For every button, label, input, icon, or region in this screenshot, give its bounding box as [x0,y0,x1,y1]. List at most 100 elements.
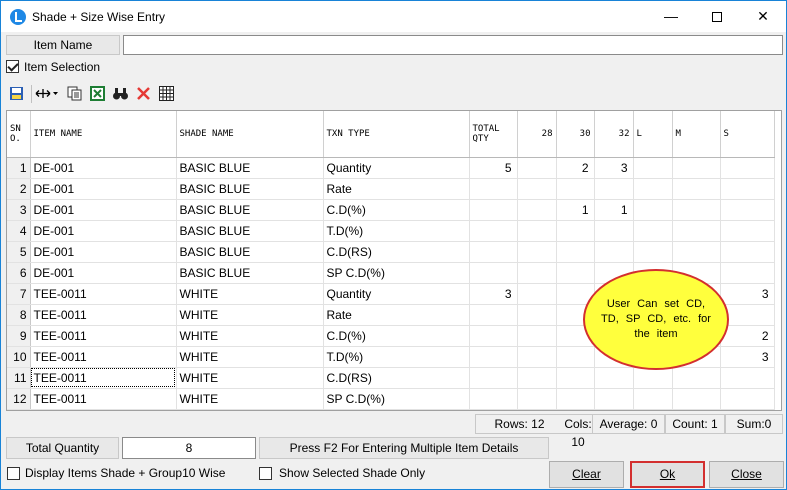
table-row[interactable]: 4 DE-001 BASIC BLUE T.D(%) [7,220,775,242]
grid-cell[interactable]: 3 [720,346,775,368]
grid-cell[interactable] [594,367,634,389]
grid-cell[interactable] [556,178,595,200]
grid-cell[interactable]: 1 [556,199,595,221]
grid-cell[interactable] [517,241,557,263]
grid-cell[interactable] [633,157,673,179]
grid-cell[interactable] [594,388,634,410]
grid-icon[interactable] [158,85,175,102]
grid-cell[interactable]: Rate [323,304,470,326]
grid-cell[interactable]: Quantity [323,157,470,179]
table-row[interactable]: 3 DE-001 BASIC BLUE C.D(%) 1 1 [7,199,775,221]
grid-cell[interactable] [633,388,673,410]
grid-cell[interactable] [517,157,557,179]
column-header[interactable]: M [672,111,721,158]
grid-cell[interactable] [633,178,673,200]
close-button[interactable]: Close [709,461,784,488]
column-header[interactable]: ITEM NAME [30,111,177,158]
grid-cell[interactable]: BASIC BLUE [176,262,324,284]
grid-cell[interactable]: TEE-0011 [30,304,177,326]
grid-cell[interactable] [633,367,673,389]
grid-cell[interactable]: 3 [720,283,775,305]
delete-icon[interactable] [135,85,152,102]
grid-cell[interactable]: BASIC BLUE [176,199,324,221]
column-header[interactable]: 28 [517,111,557,158]
table-row[interactable]: 1 DE-001 BASIC BLUE Quantity 5 2 3 [7,157,775,179]
grid-cell[interactable] [517,325,557,347]
grid-cell[interactable]: BASIC BLUE [176,178,324,200]
grid-cell[interactable] [517,346,557,368]
save-icon[interactable] [8,85,25,102]
grid-cell[interactable] [633,241,673,263]
grid-cell[interactable]: DE-001 [30,157,177,179]
grid-cell[interactable] [672,157,721,179]
grid-cell[interactable] [556,241,595,263]
column-header[interactable]: 32 [594,111,634,158]
minimize-button[interactable]: — [648,1,694,32]
grid-cell[interactable] [556,346,595,368]
grid-cell[interactable] [469,262,518,284]
grid-cell[interactable]: WHITE [176,388,324,410]
grid-cell[interactable] [720,262,775,284]
grid-cell[interactable] [517,178,557,200]
grid-cell[interactable] [517,367,557,389]
grid-cell[interactable] [720,241,775,263]
grid-cell[interactable]: WHITE [176,325,324,347]
grid-cell[interactable] [469,220,518,242]
grid-cell[interactable] [633,199,673,221]
grid-cell[interactable]: BASIC BLUE [176,220,324,242]
grid-cell[interactable] [672,241,721,263]
grid-cell[interactable] [720,367,775,389]
grid-cell[interactable]: BASIC BLUE [176,241,324,263]
grid-cell[interactable] [720,178,775,200]
grid-cell[interactable]: WHITE [176,283,324,305]
grid-cell[interactable]: T.D(%) [323,346,470,368]
grid-cell[interactable]: Rate [323,178,470,200]
table-row[interactable]: 12 TEE-0011 WHITE SP C.D(%) [7,388,775,410]
grid-cell[interactable] [556,262,595,284]
grid-cell[interactable]: DE-001 [30,178,177,200]
grid-cell[interactable]: TEE-0011 [30,367,177,389]
grid-cell[interactable]: BASIC BLUE [176,157,324,179]
item-selection-checkbox[interactable] [6,60,19,73]
grid-cell[interactable] [672,178,721,200]
grid-cell[interactable]: 5 [469,157,518,179]
grid-cell[interactable] [469,304,518,326]
grid-cell[interactable] [633,220,673,242]
grid-cell[interactable]: TEE-0011 [30,283,177,305]
grid-cell[interactable] [517,220,557,242]
title-bar[interactable]: Shade + Size Wise Entry — ✕ [1,1,786,32]
grid-cell[interactable] [469,367,518,389]
grid-cell[interactable] [469,178,518,200]
grid-cell[interactable] [517,283,557,305]
grid-cell[interactable] [469,388,518,410]
grid-cell[interactable]: SP C.D(%) [323,262,470,284]
grid-cell[interactable]: C.D(%) [323,325,470,347]
grid-cell[interactable]: 2 [720,325,775,347]
grid-cell[interactable]: TEE-0011 [30,325,177,347]
excel-export-icon[interactable] [89,85,106,102]
ok-button[interactable]: Ok [630,461,705,488]
grid-cell[interactable] [556,220,595,242]
grid-cell[interactable]: 3 [594,157,634,179]
column-header[interactable]: S [720,111,775,158]
grid-cell[interactable] [672,367,721,389]
grid-cell[interactable]: 3 [469,283,518,305]
close-window-button[interactable]: ✕ [740,1,786,32]
grid-cell[interactable] [720,388,775,410]
grid-cell[interactable]: DE-001 [30,262,177,284]
grid-cell[interactable] [720,199,775,221]
grid-cell[interactable] [469,325,518,347]
grid-cell[interactable]: DE-001 [30,220,177,242]
column-header[interactable]: L [633,111,673,158]
grid-cell[interactable] [469,346,518,368]
display-group-checkbox[interactable] [7,467,20,480]
grid-cell[interactable] [672,388,721,410]
clear-button[interactable]: Clear [549,461,624,488]
copy-icon[interactable] [66,85,83,102]
column-header[interactable]: SHADE NAME [176,111,324,158]
grid-cell[interactable]: SP C.D(%) [323,388,470,410]
grid-cell[interactable] [720,157,775,179]
grid-cell[interactable] [556,388,595,410]
grid-cell[interactable] [594,220,634,242]
grid-cell[interactable] [517,262,557,284]
